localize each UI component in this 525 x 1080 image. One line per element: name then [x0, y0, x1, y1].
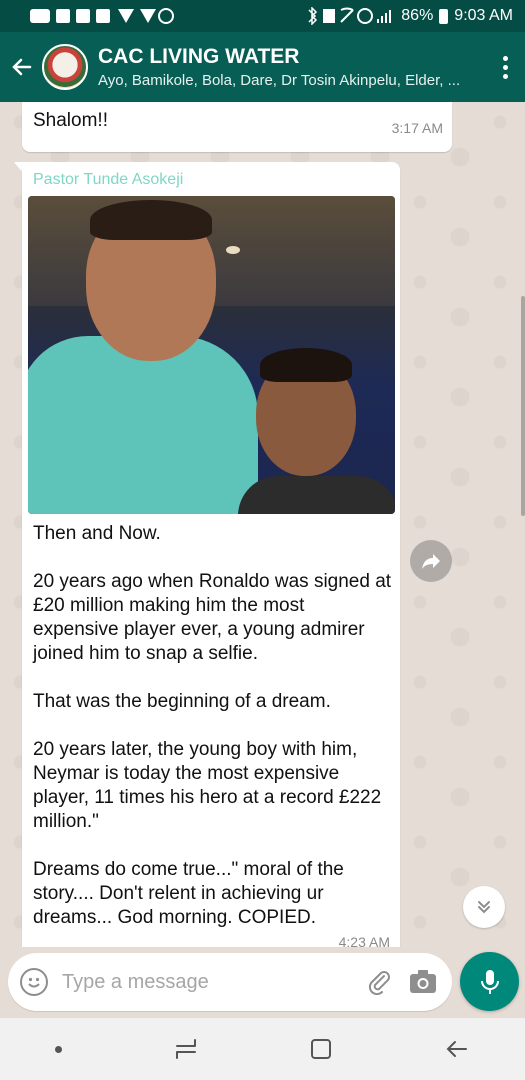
recent-apps-icon[interactable] [173, 1038, 199, 1060]
message-paragraph: That was the beginning of a dream. [33, 691, 331, 712]
system-status-icons [308, 7, 392, 25]
chat-info[interactable]: CAC LIVING WATER Ayo, Bamikole, Bola, Da… [98, 45, 485, 89]
battery-percent: 86% [401, 7, 434, 24]
message-paragraph: 20 years later, the young boy with him, … [33, 739, 382, 832]
emoji-button[interactable] [20, 968, 48, 996]
nav-dot-icon[interactable] [55, 1045, 63, 1053]
more-options-button[interactable] [485, 55, 525, 79]
voice-message-button[interactable] [460, 952, 519, 1011]
group-avatar[interactable] [42, 44, 88, 90]
message-composer[interactable]: Type a message [8, 953, 452, 1011]
more-vert-icon [502, 55, 508, 61]
system-nav-bar [0, 1018, 525, 1080]
group-members: Ayo, Bamikole, Bola, Dare, Dr Tosin Akin… [98, 72, 461, 89]
scroll-to-bottom-button[interactable] [463, 886, 505, 928]
system-icons: 86% 9:03 AM [305, 7, 513, 25]
notification-icons-row [30, 8, 174, 24]
emoji-icon [28, 977, 40, 988]
group-title: CAC LIVING WATER [98, 45, 300, 68]
back-button[interactable] [2, 32, 42, 102]
message-list[interactable]: Shalom!! 3:17 AM Pastor Tunde Asokeji Th… [0, 102, 525, 947]
message-bubble-with-image[interactable]: Pastor Tunde Asokeji Then and Now. 20 ye… [22, 162, 400, 947]
message-time: 4:23 AM [338, 934, 390, 947]
camera-button[interactable] [408, 967, 438, 997]
forward-icon [422, 554, 440, 569]
camera-icon [410, 970, 436, 993]
message-input[interactable]: Type a message [62, 971, 364, 994]
notification-icons [30, 7, 180, 25]
message-paragraph: Then and Now. [33, 523, 161, 544]
chevron-down-icon [478, 901, 490, 914]
attach-icon [368, 971, 390, 995]
home-icon[interactable] [309, 1037, 333, 1061]
message-time: 3:17 AM [391, 120, 443, 136]
back-arrow-icon [12, 58, 32, 76]
message-photo[interactable] [28, 196, 395, 514]
message-paragraph: Dreams do come true..." moral of the sto… [33, 859, 344, 928]
message-text: Then and Now. 20 years ago when Ronaldo … [33, 522, 393, 947]
back-nav-icon[interactable] [444, 1038, 470, 1060]
battery-icon [439, 8, 449, 24]
message-text: Shalom!! [33, 110, 108, 131]
clock: 9:03 AM [454, 7, 513, 24]
status-bar: 86% 9:03 AM [0, 0, 525, 32]
attach-button[interactable] [364, 967, 394, 997]
message-bubble[interactable]: Shalom!! 3:17 AM [22, 102, 452, 152]
chat-header: CAC LIVING WATER Ayo, Bamikole, Bola, Da… [0, 32, 525, 102]
mic-icon [480, 969, 499, 994]
message-paragraph: 20 years ago when Ronaldo was signed at … [33, 571, 392, 664]
sender-name[interactable]: Pastor Tunde Asokeji [33, 171, 183, 189]
forward-button[interactable] [410, 540, 452, 582]
scrollbar[interactable] [521, 296, 525, 516]
